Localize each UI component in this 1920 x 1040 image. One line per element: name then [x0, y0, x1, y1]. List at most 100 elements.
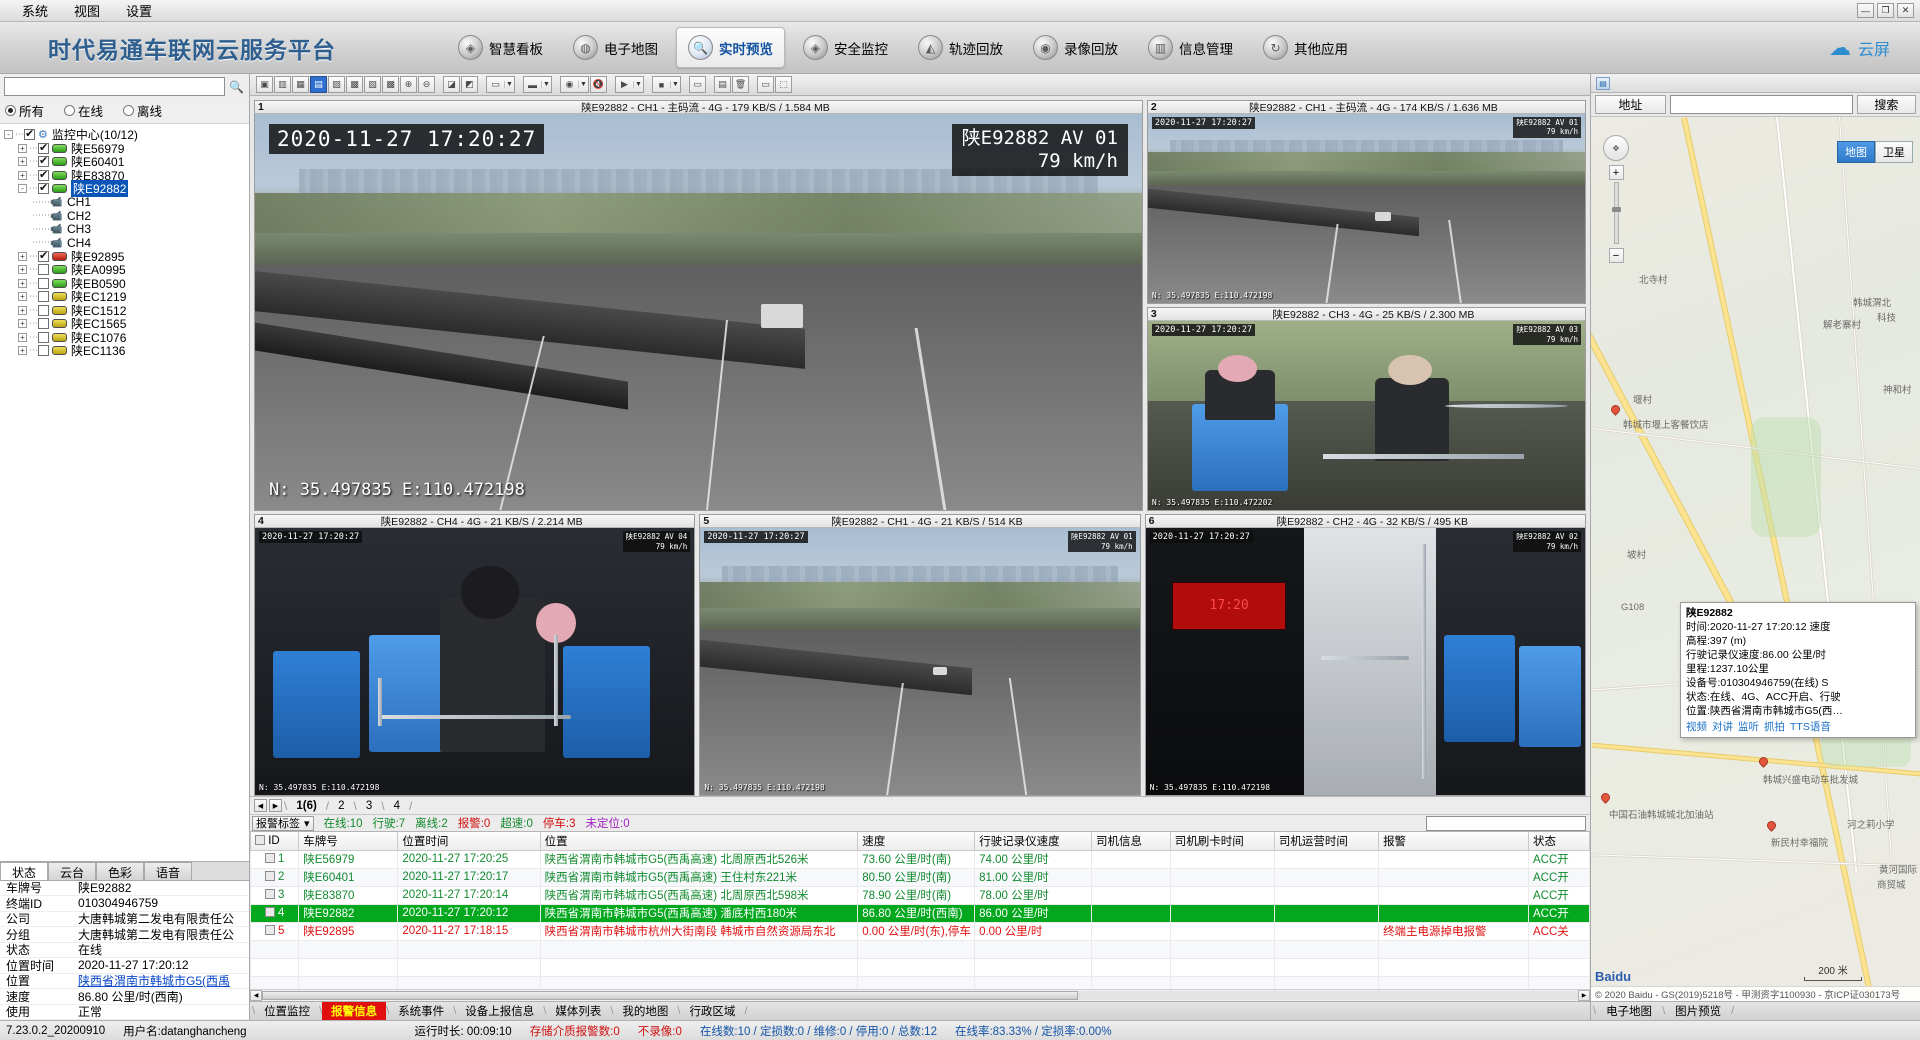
- tree-vehicle-item[interactable]: +⋯陕EC1219: [4, 290, 249, 304]
- nav-item-safety[interactable]: ◈ 安全监控: [791, 27, 900, 68]
- action-tts[interactable]: TTS语音: [1790, 720, 1831, 734]
- layout-more-button[interactable]: ▩: [382, 76, 399, 93]
- scroll-right-arrow[interactable]: ▶: [1578, 990, 1590, 1001]
- poi-marker[interactable]: [1759, 757, 1768, 766]
- tree-checkbox[interactable]: [38, 251, 49, 262]
- snapshot-button[interactable]: ◪: [443, 76, 460, 93]
- video-panel-3[interactable]: 3 陕E92882 - CH3 - 4G - 25 KB/S / 2.300 M…: [1147, 307, 1586, 511]
- expand-button[interactable]: ⬚: [775, 76, 792, 93]
- filter-all[interactable]: 所有: [5, 101, 44, 120]
- layout-2x2-button[interactable]: ▦: [292, 76, 309, 93]
- tab-voice[interactable]: 语音: [144, 862, 192, 880]
- table-column-header[interactable]: 位置: [540, 832, 858, 850]
- video-panel-2[interactable]: 2 陕E92882 - CH1 - 主码流 - 4G - 174 KB/S / …: [1147, 100, 1586, 304]
- tree-vehicle-item[interactable]: +⋯陕EB0590: [4, 277, 249, 291]
- tree-checkbox[interactable]: [38, 278, 49, 289]
- window-mode-dropdown[interactable]: ▬ ▼: [523, 76, 552, 93]
- tree-channel-item[interactable]: ⋯⋯📹CH1: [4, 196, 249, 210]
- menu-settings[interactable]: 设置: [126, 1, 152, 20]
- video-panel-6[interactable]: 6 陕E92882 - CH2 - 4G - 32 KB/S / 495 KB …: [1145, 514, 1586, 796]
- vehicle-tree[interactable]: -⋯⚙监控中心(10/12)+⋯陕E56979+⋯陕E60401+⋯陕E8387…: [0, 124, 249, 861]
- page-tab-1[interactable]: 1(6): [289, 800, 323, 812]
- tree-checkbox[interactable]: [38, 156, 49, 167]
- alarm-tag-dropdown[interactable]: 报警标签 ▾: [252, 816, 314, 831]
- tree-expander[interactable]: +: [18, 265, 27, 274]
- zoom-slider-thumb[interactable]: [1612, 207, 1621, 212]
- scroll-track[interactable]: [262, 991, 1578, 1000]
- tab-ptz[interactable]: 云台: [48, 862, 96, 880]
- search-input[interactable]: [4, 77, 225, 96]
- maximize-button[interactable]: ❐: [1877, 3, 1894, 18]
- tree-checkbox[interactable]: [38, 345, 49, 356]
- tree-expander[interactable]: +: [18, 157, 27, 166]
- layout-1plus5-button[interactable]: ▤: [310, 76, 327, 93]
- map-type-satellite[interactable]: 卫星: [1875, 141, 1913, 163]
- snapshot-alt-button[interactable]: ◩: [461, 76, 478, 93]
- poi-marker[interactable]: [1601, 793, 1610, 802]
- tree-vehicle-item[interactable]: +⋯陕E56979: [4, 142, 249, 156]
- tree-checkbox[interactable]: [38, 332, 49, 343]
- tab-status[interactable]: 状态: [0, 862, 48, 880]
- table-column-header[interactable]: 车牌号: [299, 832, 398, 850]
- search-icon[interactable]: 🔍: [228, 77, 245, 96]
- tree-expander[interactable]: +: [18, 333, 27, 342]
- page-next-button[interactable]: ▶: [269, 799, 282, 812]
- pan-control[interactable]: ✥: [1603, 135, 1629, 161]
- tree-vehicle-item[interactable]: +⋯陕EC1076: [4, 331, 249, 345]
- nav-item-live-preview[interactable]: 🔍 实时预览: [676, 27, 785, 68]
- tree-expander[interactable]: +: [18, 171, 27, 180]
- bottom-tab-4[interactable]: 媒体列表: [546, 1002, 610, 1020]
- row-checkbox[interactable]: [265, 853, 275, 863]
- select-all-checkbox[interactable]: [255, 835, 265, 845]
- tab-electronic-map[interactable]: 电子地图: [1596, 1002, 1662, 1020]
- layout-custom-button[interactable]: ▧: [364, 76, 381, 93]
- table-row[interactable]: 4陕E928822020-11-27 17:20:12陕西省渭南市韩城市G5(西…: [251, 904, 1590, 922]
- stop-dropdown[interactable]: ■ ▼: [652, 76, 681, 93]
- tree-expander[interactable]: +: [18, 306, 27, 315]
- capture-dropdown[interactable]: ◉ ▼: [560, 76, 589, 93]
- video-panel-4[interactable]: 4 陕E92882 - CH4 - 4G - 21 KB/S / 2.214 M…: [254, 514, 695, 796]
- table-column-header[interactable]: 司机运营时间: [1274, 832, 1378, 850]
- table-row[interactable]: 3陕E838702020-11-27 17:20:14陕西省渭南市韩城市G5(西…: [251, 886, 1590, 904]
- row-checkbox[interactable]: [265, 889, 275, 899]
- tree-root-item[interactable]: -⋯⚙监控中心(10/12): [4, 128, 249, 142]
- tree-checkbox[interactable]: [38, 170, 49, 181]
- tree-checkbox[interactable]: [38, 305, 49, 316]
- video-surface[interactable]: 2020-11-27 17:20:27 陕E92882 AV 04 79 km/…: [255, 528, 694, 795]
- video-surface[interactable]: 2020-11-27 17:20:27 陕E92882 AV 01 79 km/…: [255, 114, 1142, 510]
- action-snapshot[interactable]: 抓拍: [1764, 720, 1785, 734]
- list-button[interactable]: ▤: [714, 76, 731, 93]
- tree-vehicle-item[interactable]: +⋯陕E92895: [4, 250, 249, 264]
- tree-checkbox[interactable]: [38, 318, 49, 329]
- map-search-button[interactable]: 搜索: [1857, 95, 1916, 114]
- tree-expander[interactable]: -: [4, 130, 13, 139]
- tab-color[interactable]: 色彩: [96, 862, 144, 880]
- minimize-button[interactable]: —: [1857, 3, 1874, 18]
- map-type-map[interactable]: 地图: [1837, 141, 1875, 163]
- scroll-thumb[interactable]: [262, 991, 1078, 1000]
- zoom-in-button[interactable]: ⊕: [400, 76, 417, 93]
- action-video[interactable]: 视频: [1686, 720, 1707, 734]
- play-dropdown[interactable]: ▶ ▼: [615, 76, 644, 93]
- layout-4x4-button[interactable]: ▩: [346, 76, 363, 93]
- record-button[interactable]: ▭: [689, 76, 706, 93]
- tree-checkbox[interactable]: [24, 129, 35, 140]
- table-row[interactable]: 2陕E604012020-11-27 17:20:17陕西省渭南市韩城市G5(西…: [251, 868, 1590, 886]
- tree-vehicle-item[interactable]: -⋯陕E92882: [4, 182, 249, 196]
- tree-checkbox[interactable]: [38, 183, 49, 194]
- row-checkbox[interactable]: [265, 871, 275, 881]
- layout-2x1-button[interactable]: ▥: [274, 76, 291, 93]
- bottom-tab-1[interactable]: 报警信息: [322, 1002, 386, 1020]
- tree-vehicle-item[interactable]: +⋯陕EA0995: [4, 263, 249, 277]
- table-row[interactable]: 1陕E569792020-11-27 17:20:25陕西省渭南市韩城市G5(西…: [251, 850, 1590, 868]
- tree-expander[interactable]: +: [18, 319, 27, 328]
- video-surface[interactable]: 17:20 2020-11-27 17:20:27 陕E92882 AV 02: [1146, 528, 1585, 795]
- page-prev-button[interactable]: ◀: [254, 799, 267, 812]
- poi-marker[interactable]: [1767, 821, 1776, 830]
- tree-expander[interactable]: -: [18, 184, 27, 193]
- table-filter-input[interactable]: [1426, 816, 1586, 831]
- filter-online[interactable]: 在线: [64, 101, 103, 120]
- tree-vehicle-item[interactable]: +⋯陕EC1565: [4, 317, 249, 331]
- video-surface[interactable]: 2020-11-27 17:20:27 陕E92882 AV 01 79 km/…: [700, 528, 1139, 795]
- video-surface[interactable]: 2020-11-27 17:20:27 陕E92882 AV 01 79 km/…: [1148, 114, 1585, 303]
